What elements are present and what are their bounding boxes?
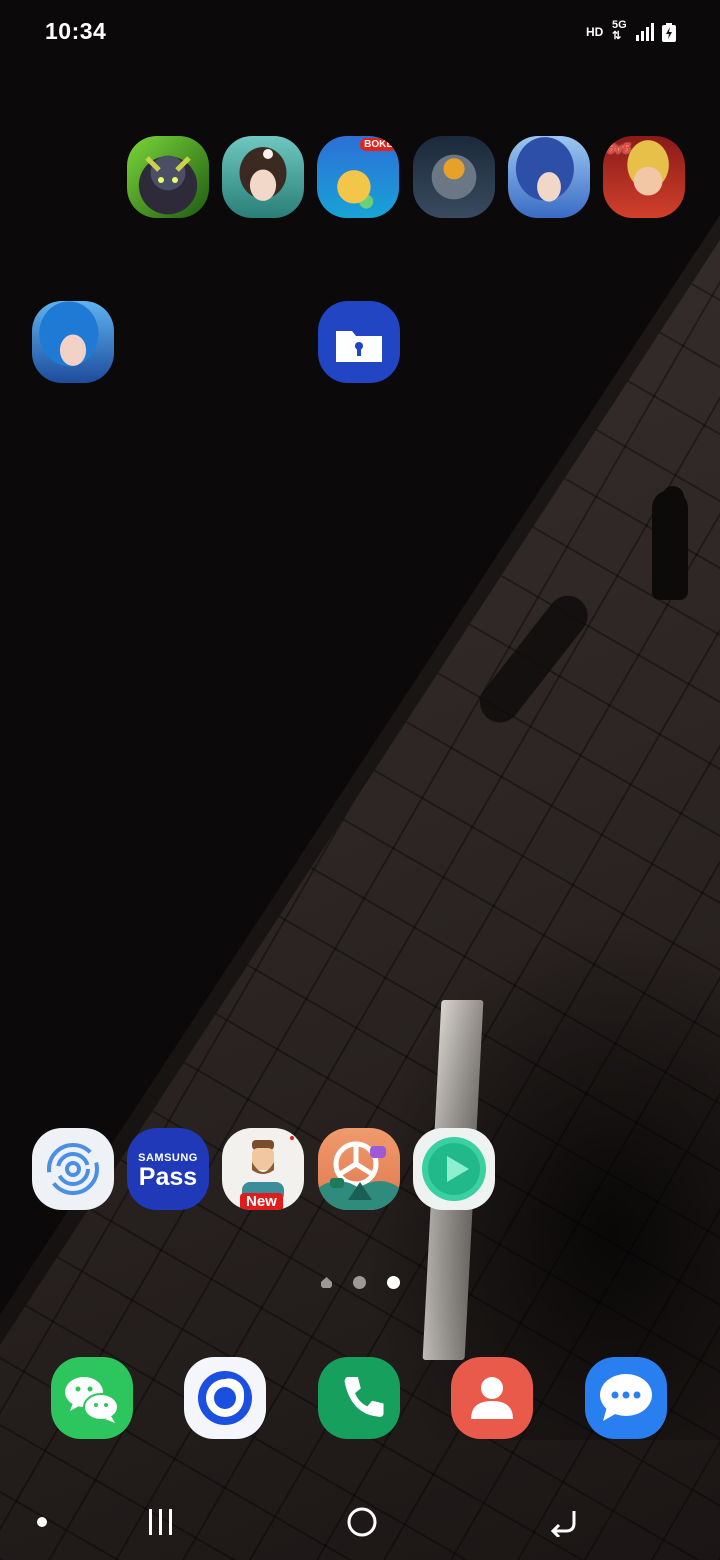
blue-haired-hero-game-icon (508, 136, 590, 218)
recent-apps-icon[interactable] (146, 1507, 176, 1537)
chat-landscape-icon (318, 1141, 400, 1210)
app-avatar-new[interactable]: New (222, 1128, 304, 1210)
dock-ring-chat[interactable] (184, 1357, 266, 1439)
phone-icon (344, 1376, 384, 1417)
app-game-anime-girl[interactable] (222, 136, 304, 218)
dock-phone[interactable] (318, 1357, 400, 1439)
app-orbit[interactable] (32, 1128, 114, 1210)
orbit-circles-icon (47, 1143, 99, 1195)
signal-bars-icon (636, 23, 654, 41)
battery-charging-icon (662, 23, 676, 42)
page-indicator-dot[interactable] (353, 1276, 366, 1289)
app-game-elf[interactable] (127, 136, 209, 218)
boke-badge: BOKE (360, 138, 397, 151)
wechat-icon (65, 1377, 119, 1423)
messages-icon (600, 1374, 652, 1421)
page-indicator-dot-active[interactable] (387, 1276, 400, 1289)
green-play-button-icon (422, 1137, 486, 1201)
astronaut-robot-game-icon (413, 136, 495, 218)
app-game-5v5[interactable]: 5v5 (603, 136, 685, 218)
navigation-bar (0, 1484, 720, 1560)
wallpaper (0, 0, 720, 1560)
elf-face-glyph (145, 156, 191, 183)
dock-contacts[interactable] (451, 1357, 533, 1439)
app-chat-landscape[interactable] (318, 1128, 400, 1210)
dock-messages[interactable] (585, 1357, 667, 1439)
home-icon[interactable] (346, 1506, 378, 1538)
samsung-pass-line2: Pass (138, 1163, 198, 1191)
nav-dot-icon[interactable] (36, 1516, 48, 1528)
contacts-icon (471, 1377, 513, 1419)
5v5-badge: 5v5 (607, 140, 631, 156)
blue-ring-chat-icon (198, 1371, 252, 1425)
app-game-astronaut[interactable] (413, 136, 495, 218)
dock-wechat[interactable] (51, 1357, 133, 1439)
home-page-indicator-icon[interactable] (320, 1276, 333, 1289)
app-game-planet[interactable]: BOKE (317, 136, 399, 218)
app-game-blue-hero[interactable] (508, 136, 590, 218)
app-green-play[interactable] (413, 1128, 495, 1210)
samsung-pass-icon: SAMSUNG Pass (127, 1128, 209, 1210)
back-icon[interactable] (548, 1507, 578, 1537)
app-samsung-pass[interactable]: SAMSUNG Pass (127, 1128, 209, 1210)
status-bar: 10:34 HD 5G ⇅ (0, 0, 720, 64)
flower-glyph (263, 149, 273, 159)
app-secure-folder[interactable] (318, 301, 400, 383)
new-badge: New (240, 1193, 283, 1210)
data-arrows-icon: ⇅ (612, 30, 622, 42)
hd-label: HD (586, 25, 604, 39)
blue-haired-girl-game-icon (32, 301, 114, 383)
wallpaper-runner (652, 486, 688, 600)
status-time: 10:34 (45, 18, 107, 44)
secure-folder-icon (336, 331, 382, 362)
network-5g-icon: 5G ⇅ (612, 20, 627, 42)
app-game-blue-girl[interactable] (32, 301, 114, 383)
